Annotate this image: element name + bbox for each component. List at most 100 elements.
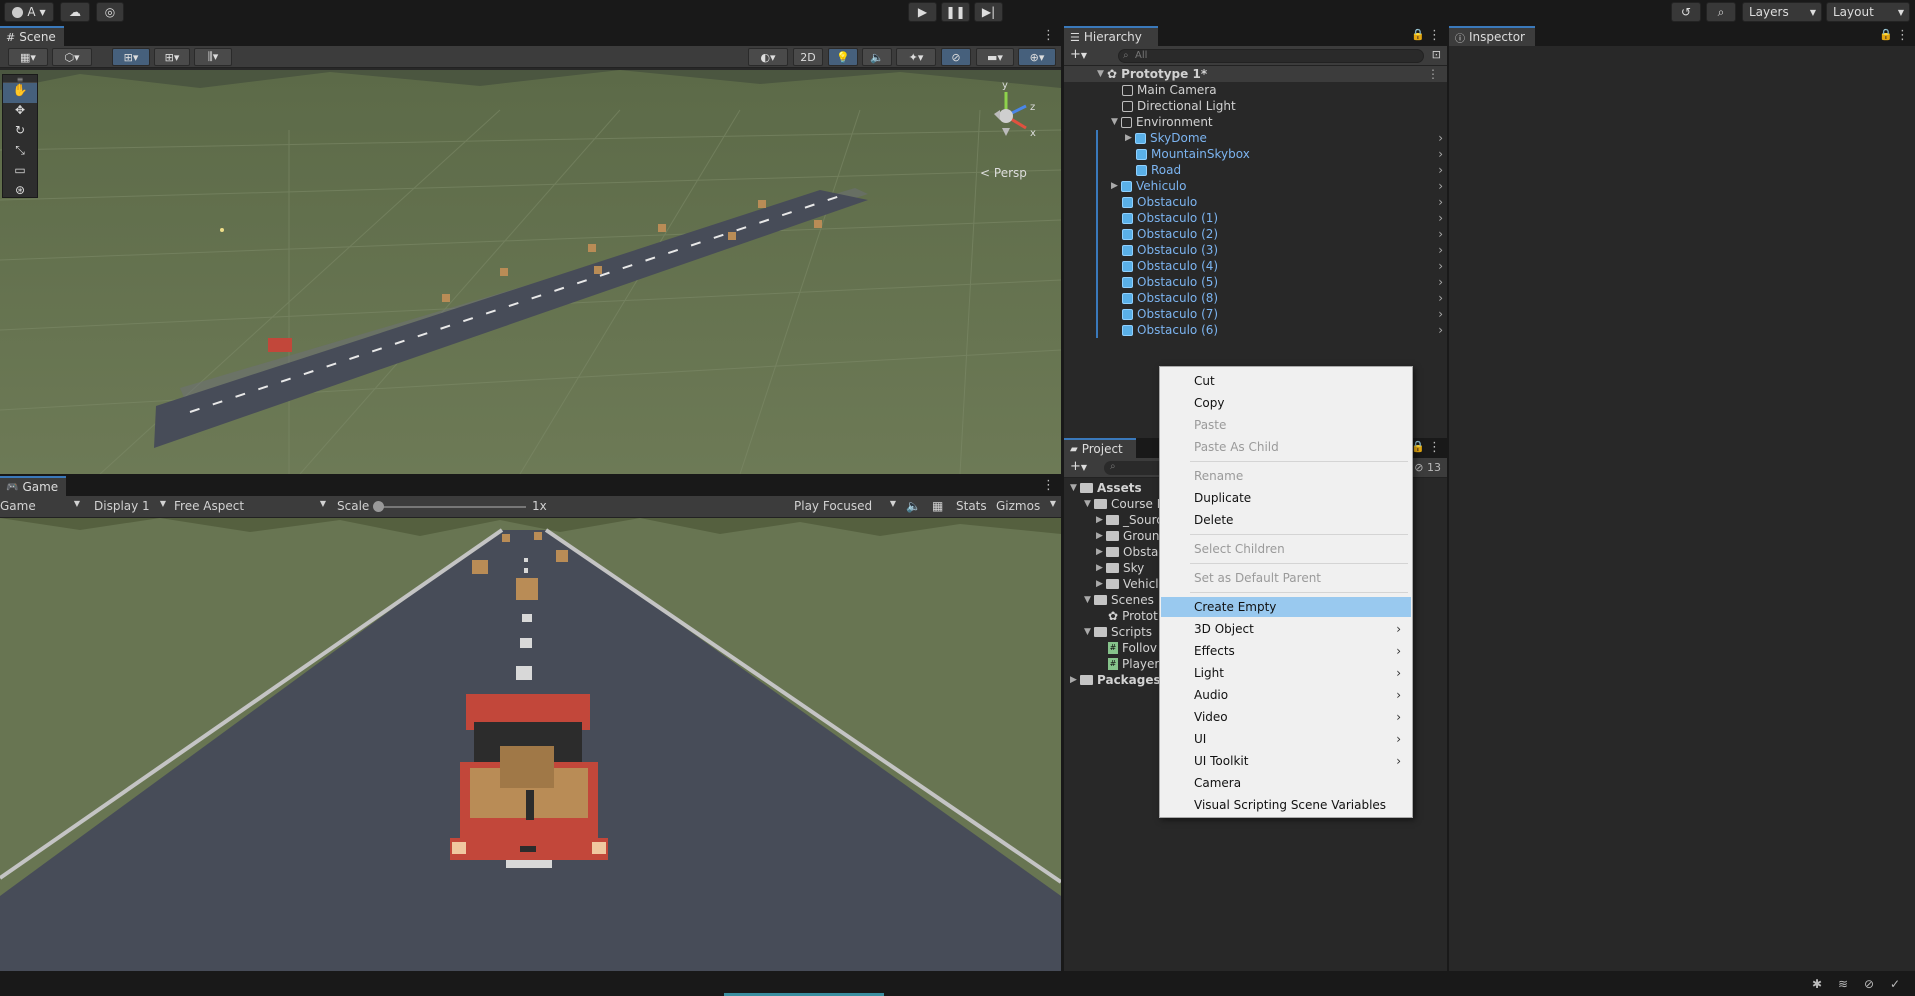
hierarchy-item[interactable]: Obstaculo (3) › xyxy=(1064,242,1447,258)
add-button[interactable]: +▼ xyxy=(1070,459,1087,474)
expand-arrow-icon[interactable]: ▼ xyxy=(1111,117,1121,127)
menu-item-delete[interactable]: Delete xyxy=(1161,510,1411,530)
expand-arrow-icon[interactable]: ▶ xyxy=(1096,531,1106,541)
scene-viewport[interactable]: ≡ ✋ ✥ ↻ ⤡ ▭ ⊛ y z x < Persp xyxy=(0,70,1061,474)
menu-item-3d-object[interactable]: 3D Object › xyxy=(1161,619,1411,639)
search-button[interactable]: ⌕ xyxy=(1706,2,1736,22)
panel-menu-icon[interactable]: ⋮ xyxy=(1042,28,1055,43)
hierarchy-item[interactable]: Obstaculo (4) › xyxy=(1064,258,1447,274)
effects-toggle[interactable]: ✦▾ xyxy=(896,48,936,66)
hierarchy-item[interactable]: ▶ SkyDome › xyxy=(1064,130,1447,146)
persp-toggle[interactable]: < Persp xyxy=(980,166,1027,180)
grid-button[interactable]: ⊞▾ xyxy=(154,48,190,66)
chevron-right-icon[interactable]: › xyxy=(1438,195,1443,209)
menu-item-copy[interactable]: Copy xyxy=(1161,393,1411,413)
grid-icon[interactable]: ▦ xyxy=(932,499,943,513)
auto-generate-lighting-icon[interactable]: ⊘ xyxy=(1864,977,1874,991)
menu-item-duplicate[interactable]: Duplicate xyxy=(1161,488,1411,508)
panel-menu-icon[interactable]: ⋮ xyxy=(1896,28,1909,43)
expand-arrow-icon[interactable]: ▼ xyxy=(1070,483,1080,493)
chevron-right-icon[interactable]: › xyxy=(1438,163,1443,177)
add-button[interactable]: +▼ xyxy=(1070,47,1087,62)
hierarchy-item[interactable]: Obstaculo (7) › xyxy=(1064,306,1447,322)
more-icon[interactable]: ⋮ xyxy=(1427,67,1439,81)
aspect-dropdown[interactable]: Free Aspect ▼ xyxy=(174,499,328,515)
account-dropdown[interactable]: A ▼ xyxy=(4,2,54,22)
audio-toggle[interactable]: 🔈 xyxy=(862,48,892,66)
hierarchy-item[interactable]: Obstaculo (5) › xyxy=(1064,274,1447,290)
expand-arrow-icon[interactable]: ▶ xyxy=(1111,181,1121,191)
chevron-right-icon[interactable]: › xyxy=(1438,227,1443,241)
debug-icon[interactable]: ✱ xyxy=(1812,977,1822,991)
lighting-toggle[interactable]: 💡 xyxy=(828,48,858,66)
render-mode-button[interactable]: ◐▾ xyxy=(748,48,788,66)
hierarchy-item[interactable]: Road › xyxy=(1064,162,1447,178)
menu-item-paste-as-child[interactable]: Paste As Child xyxy=(1161,437,1411,457)
hierarchy-item[interactable]: ▶ Vehiculo › xyxy=(1064,178,1447,194)
hidden-packages-toggle[interactable]: ⊘ 13 xyxy=(1414,461,1441,474)
menu-item-video[interactable]: Video › xyxy=(1161,707,1411,727)
expand-arrow-icon[interactable]: ▼ xyxy=(1084,627,1094,637)
menu-item-camera[interactable]: Camera xyxy=(1161,773,1411,793)
expand-arrow-icon[interactable]: ▼ xyxy=(1084,595,1094,605)
hand-tool-icon[interactable]: ✋ xyxy=(3,83,37,103)
lock-icon[interactable]: 🔒 xyxy=(1411,28,1425,41)
chevron-right-icon[interactable]: › xyxy=(1438,275,1443,289)
chevron-right-icon[interactable]: › xyxy=(1438,259,1443,273)
expand-arrow-icon[interactable]: ▶ xyxy=(1096,563,1106,573)
hierarchy-item[interactable]: Obstaculo (2) › xyxy=(1064,226,1447,242)
stats-button[interactable]: Stats xyxy=(956,499,987,513)
scene-root-row[interactable]: ▼ ✿ Prototype 1* ⋮ xyxy=(1064,66,1447,82)
menu-item-ui-toolkit[interactable]: UI Toolkit › xyxy=(1161,751,1411,771)
menu-item-paste[interactable]: Paste xyxy=(1161,415,1411,435)
display-dropdown[interactable]: Display 1 ▼ xyxy=(94,499,168,515)
panel-menu-icon[interactable]: ⋮ xyxy=(1428,28,1441,43)
layers-dropdown[interactable]: Layers ▼ xyxy=(1742,2,1822,22)
tab-inspector[interactable]: ⓘ Inspector xyxy=(1449,26,1535,46)
expand-arrow-icon[interactable]: ▶ xyxy=(1096,547,1106,557)
draw-mode-button[interactable]: ▦▾ xyxy=(8,48,48,66)
transform-tool-icon[interactable]: ⊛ xyxy=(3,183,37,197)
chevron-right-icon[interactable]: › xyxy=(1438,211,1443,225)
menu-item-select-children[interactable]: Select Children xyxy=(1161,539,1411,559)
move-tool-icon[interactable]: ✥ xyxy=(3,103,37,123)
expand-arrow-icon[interactable]: ▶ xyxy=(1096,579,1106,589)
menu-item-cut[interactable]: Cut xyxy=(1161,371,1411,391)
game-mode-dropdown[interactable]: Game ▼ xyxy=(0,499,82,515)
mute-audio-icon[interactable]: 🔈 xyxy=(906,499,921,513)
scale-tool-icon[interactable]: ⤡ xyxy=(3,143,37,163)
game-viewport[interactable] xyxy=(0,518,1061,971)
scale-slider-knob[interactable] xyxy=(373,501,384,512)
collab-button[interactable]: ◎ xyxy=(96,2,124,22)
lock-icon[interactable]: 🔒 xyxy=(1879,28,1893,41)
camera-button[interactable]: ▬▾ xyxy=(976,48,1014,66)
menu-item-set-default-parent[interactable]: Set as Default Parent xyxy=(1161,568,1411,588)
menu-item-audio[interactable]: Audio › xyxy=(1161,685,1411,705)
gizmos-dropdown[interactable]: Gizmos ▼ xyxy=(996,499,1058,513)
rotate-tool-icon[interactable]: ↻ xyxy=(3,123,37,143)
chevron-right-icon[interactable]: › xyxy=(1438,131,1443,145)
gizmos-button[interactable]: ⊕▾ xyxy=(1018,48,1056,66)
tab-project[interactable]: ▰ Project xyxy=(1064,438,1136,458)
chevron-right-icon[interactable]: › xyxy=(1438,147,1443,161)
chevron-right-icon[interactable]: › xyxy=(1438,179,1443,193)
drag-handle-icon[interactable]: ≡ xyxy=(3,75,37,84)
panel-menu-icon[interactable]: ⋮ xyxy=(1042,478,1055,493)
shading-button[interactable]: ⬡▾ xyxy=(52,48,92,66)
hierarchy-item[interactable]: Obstaculo (6) › xyxy=(1064,322,1447,338)
scene-search-icon[interactable]: ⊡ xyxy=(1432,48,1441,61)
hierarchy-item[interactable]: Obstaculo › xyxy=(1064,194,1447,210)
pause-button[interactable]: ❚❚ xyxy=(941,2,970,22)
layers-stack-icon[interactable]: ≋ xyxy=(1838,977,1848,991)
expand-arrow-icon[interactable]: ▶ xyxy=(1070,675,1080,685)
lock-icon[interactable]: 🔒 xyxy=(1411,440,1425,453)
tab-hierarchy[interactable]: ☰ Hierarchy xyxy=(1064,26,1158,46)
play-button[interactable]: ▶ xyxy=(908,2,937,22)
orientation-gizmo[interactable]: y z x xyxy=(974,80,1044,150)
undo-history-button[interactable]: ↺ xyxy=(1671,2,1701,22)
grid-snap-button[interactable]: ⊞▾ xyxy=(112,48,150,66)
hierarchy-item[interactable]: Obstaculo (8) › xyxy=(1064,290,1447,306)
hierarchy-item[interactable]: MountainSkybox › xyxy=(1064,146,1447,162)
hierarchy-item[interactable]: Main Camera xyxy=(1064,82,1447,98)
hierarchy-search-input[interactable]: ⌕ All xyxy=(1118,49,1424,63)
